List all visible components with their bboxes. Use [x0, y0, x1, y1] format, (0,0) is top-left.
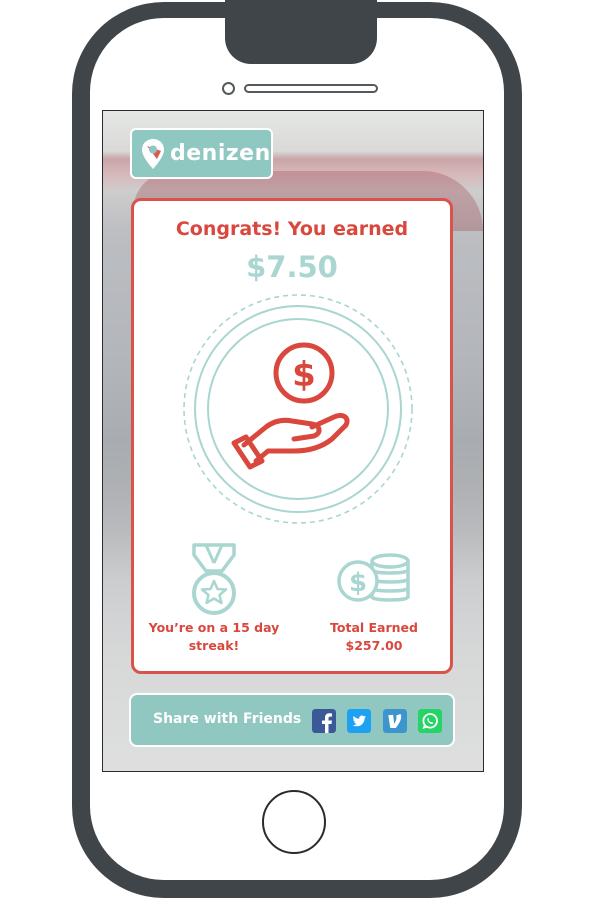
home-button[interactable] — [262, 790, 326, 854]
total-earned-stat: $ Total Earned $257.00 — [294, 541, 454, 655]
svg-text:$: $ — [349, 568, 367, 598]
streak-stat: You’re on a 15 day streak! — [134, 541, 294, 655]
reward-card: Congrats! You earned $7.50 $ You’re on a… — [131, 198, 453, 674]
reward-title: Congrats! You earned — [175, 218, 409, 240]
front-camera — [222, 82, 235, 95]
location-pin-icon — [142, 138, 164, 169]
hand-coin-icon: $ — [183, 294, 413, 524]
total-earned-label: Total Earned — [330, 620, 418, 635]
share-bar: Share with Friends — [129, 693, 455, 747]
svg-text:$: $ — [292, 355, 316, 395]
share-label: Share with Friends — [153, 711, 302, 727]
stage: denizen Congrats! You earned $7.50 $ You… — [0, 0, 600, 901]
facebook-icon[interactable] — [312, 709, 336, 733]
whatsapp-icon[interactable] — [418, 709, 442, 733]
brand-logo-badge: denizen — [130, 128, 273, 179]
reward-amount: $7.50 — [246, 250, 338, 284]
phone-notch — [225, 0, 377, 64]
coins-stack-icon: $ — [337, 553, 410, 602]
speaker-grille — [244, 84, 378, 93]
streak-label-line1: You’re on a 15 day — [148, 620, 280, 635]
brand-name: denizen — [170, 141, 271, 166]
total-earned-value: $257.00 — [345, 638, 403, 653]
medal-icon — [192, 543, 236, 615]
venmo-icon[interactable] — [383, 709, 407, 733]
twitter-icon[interactable] — [347, 709, 371, 733]
streak-label-line2: streak! — [188, 638, 240, 653]
